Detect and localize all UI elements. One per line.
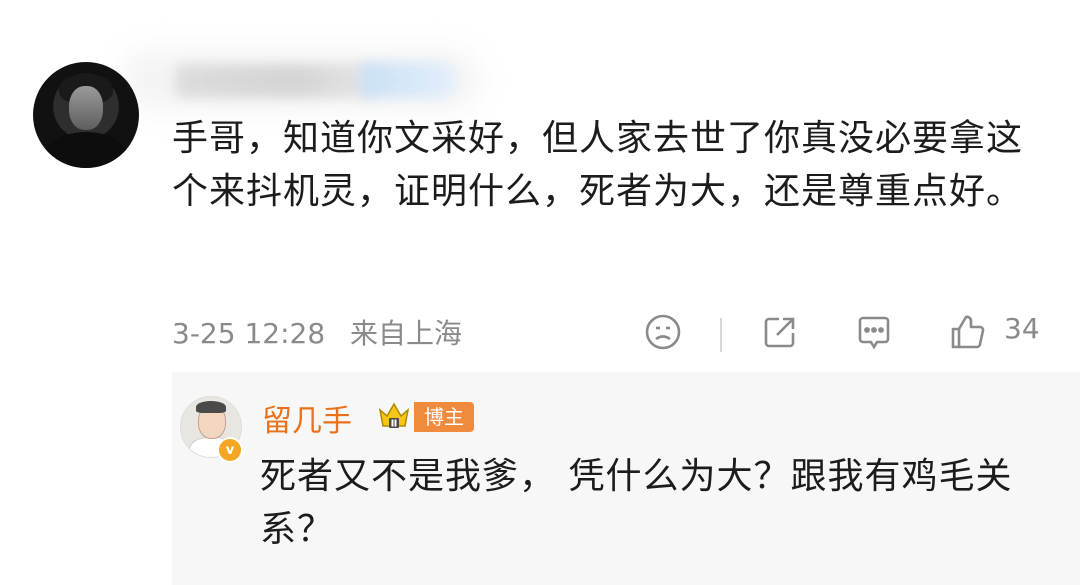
comment-text: 手哥，知道你文采好，但人家去世了你真没必要拿这个来抖机灵，证明什么，死者为大，还… [172, 118, 1024, 212]
comment-location: 来自上海 [350, 317, 463, 350]
share-icon[interactable] [760, 312, 800, 352]
comment-date: 3-25 12:28 [172, 317, 326, 350]
commenter-avatar[interactable] [33, 62, 139, 168]
comment-meta: 3-25 12:28 来自上海 [172, 312, 478, 352]
like-count: 34 [1004, 312, 1040, 345]
redacted-user-badge [360, 62, 455, 98]
comment-icon[interactable] [854, 312, 894, 352]
emoji-icon[interactable] [643, 312, 683, 352]
crown-icon [376, 398, 412, 434]
verified-icon: v [217, 437, 243, 463]
redacted-username [175, 64, 375, 98]
reply-text: 死者又不是我爹， 凭什么为大？跟我有鸡毛关系？ [260, 456, 1013, 550]
action-divider [720, 318, 722, 352]
blogger-badge: 博主 [414, 402, 474, 432]
like-icon[interactable] [948, 312, 988, 352]
reply-author-name[interactable]: 留几手 [262, 396, 352, 440]
